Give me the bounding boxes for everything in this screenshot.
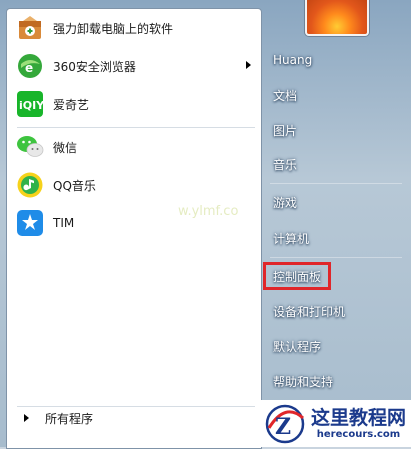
right-item-label: 帮助和支持: [273, 374, 334, 389]
program-item-wechat[interactable]: 微信: [11, 130, 257, 164]
site-logo-icon: Z: [265, 404, 305, 443]
right-item-label: 游戏: [273, 195, 298, 210]
all-programs-label: 所有程序: [45, 411, 94, 426]
divider: [270, 183, 402, 184]
svg-text:Z: Z: [275, 414, 291, 440]
right-item-label: 计算机: [273, 231, 310, 246]
program-label: 微信: [53, 140, 78, 155]
program-label: 360安全浏览器: [53, 59, 136, 74]
expand-arrow-icon: [24, 414, 29, 422]
program-item-uninstaller[interactable]: 强力卸载电脑上的软件: [11, 11, 257, 45]
program-item-qq-music[interactable]: QQ音乐: [11, 168, 257, 202]
watermark-url: w.ylmf.co: [178, 204, 239, 219]
start-menu: 强力卸载电脑上的软件 e 360安全浏览器 iQIY 爱奇艺 微信 QQ音乐 T…: [0, 0, 411, 449]
right-item-default-programs[interactable]: 默认程序: [267, 332, 407, 360]
wechat-icon: [15, 132, 45, 162]
iqiyi-icon: iQIY: [15, 89, 45, 119]
qq-music-icon: [15, 170, 45, 200]
divider: [270, 257, 402, 258]
right-item-pictures[interactable]: 图片: [267, 116, 407, 144]
tim-icon: [15, 208, 45, 238]
program-item-360-browser[interactable]: e 360安全浏览器: [11, 49, 257, 83]
right-item-help-support[interactable]: 帮助和支持: [267, 367, 407, 395]
site-url: herecours.com: [316, 429, 401, 440]
right-item-label: Huang: [273, 53, 313, 67]
program-label: 强力卸载电脑上的软件: [53, 21, 174, 36]
right-item-label: 文档: [273, 88, 298, 103]
right-item-user-folder[interactable]: Huang: [267, 46, 407, 74]
svg-text:e: e: [25, 61, 33, 75]
program-label: 爱奇艺: [53, 97, 90, 112]
right-item-label: 图片: [273, 123, 298, 138]
svg-text:iQIY: iQIY: [19, 99, 44, 112]
program-item-iqiyi[interactable]: iQIY 爱奇艺: [11, 87, 257, 121]
control-panel-highlight-box: [263, 262, 331, 290]
divider: [17, 127, 255, 128]
user-avatar[interactable]: [305, 0, 369, 36]
right-item-label: 设备和打印机: [273, 304, 346, 319]
site-name: 这里教程网: [311, 407, 407, 429]
submenu-arrow-icon[interactable]: [246, 61, 251, 69]
program-label: QQ音乐: [53, 178, 96, 193]
site-watermark: Z 这里教程网 herecours.com: [261, 400, 411, 447]
360-browser-icon: e: [15, 51, 45, 81]
right-item-label: 音乐: [273, 157, 298, 172]
right-item-computer[interactable]: 计算机: [267, 224, 407, 252]
right-item-documents[interactable]: 文档: [267, 81, 407, 109]
right-item-label: 默认程序: [273, 339, 322, 354]
right-item-games[interactable]: 游戏: [267, 188, 407, 216]
right-item-devices-printers[interactable]: 设备和打印机: [267, 297, 407, 325]
right-item-music[interactable]: 音乐: [267, 150, 407, 178]
uninstall-box-icon: [15, 13, 45, 43]
programs-panel: 强力卸载电脑上的软件 e 360安全浏览器 iQIY 爱奇艺 微信 QQ音乐 T…: [6, 8, 262, 449]
program-label: TIM: [53, 216, 75, 230]
all-programs-button[interactable]: 所有程序: [10, 406, 256, 430]
